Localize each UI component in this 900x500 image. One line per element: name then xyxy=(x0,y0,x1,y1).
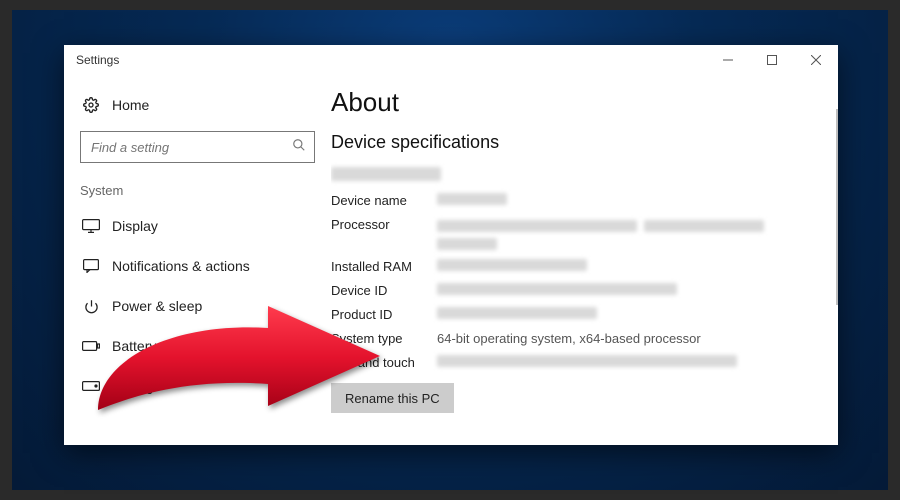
scrollbar[interactable] xyxy=(836,109,838,305)
spec-row-product-id: Product ID xyxy=(331,307,832,322)
search-box[interactable] xyxy=(80,131,315,163)
redacted-value xyxy=(437,193,507,205)
redacted-value xyxy=(437,307,597,319)
sidebar-item-display[interactable]: Display xyxy=(64,206,331,246)
desktop-background: Settings xyxy=(12,10,888,490)
minimize-button[interactable] xyxy=(706,45,750,75)
sidebar-item-notifications[interactable]: Notifications & actions xyxy=(64,246,331,286)
category-label: System xyxy=(64,177,331,206)
redacted-value xyxy=(437,259,587,271)
storage-icon xyxy=(80,381,102,391)
spec-row-processor: Processor xyxy=(331,217,832,250)
main-panel: About Device specifications Device name … xyxy=(331,75,838,445)
settings-window: Settings xyxy=(64,45,838,445)
battery-icon xyxy=(80,341,102,351)
redacted-value xyxy=(437,355,737,367)
maximize-button[interactable] xyxy=(750,45,794,75)
sidebar-item-label: Power & sleep xyxy=(112,298,202,314)
redacted-value xyxy=(437,283,677,295)
notifications-icon xyxy=(80,259,102,273)
sidebar-item-label: Notifications & actions xyxy=(112,258,250,274)
sidebar-item-label: Display xyxy=(112,218,158,234)
display-icon xyxy=(80,219,102,233)
search-icon xyxy=(292,138,306,157)
sidebar-item-storage[interactable]: Storage xyxy=(64,366,331,406)
titlebar: Settings xyxy=(64,45,838,75)
gear-icon xyxy=(80,97,102,113)
sidebar: Home System xyxy=(64,75,331,445)
spec-row-pen-touch: Pen and touch xyxy=(331,355,832,370)
close-button[interactable] xyxy=(794,45,838,75)
redacted-heading xyxy=(331,167,441,181)
spec-row-device-name: Device name xyxy=(331,193,832,208)
window-title: Settings xyxy=(76,53,119,67)
sidebar-item-power[interactable]: Power & sleep xyxy=(64,286,331,326)
rename-pc-button[interactable]: Rename this PC xyxy=(331,383,454,413)
sidebar-item-label: Storage xyxy=(112,378,161,394)
spec-row-device-id: Device ID xyxy=(331,283,832,298)
sidebar-item-battery[interactable]: Battery xyxy=(64,326,331,366)
home-nav[interactable]: Home xyxy=(64,87,331,123)
home-label: Home xyxy=(112,97,149,113)
redacted-value xyxy=(437,217,764,250)
power-icon xyxy=(80,299,102,314)
search-input[interactable] xyxy=(89,139,292,156)
page-title: About xyxy=(331,87,832,118)
section-device-specs: Device specifications xyxy=(331,132,832,153)
spec-row-system-type: System type 64-bit operating system, x64… xyxy=(331,331,832,346)
spec-row-ram: Installed RAM xyxy=(331,259,832,274)
system-type-value: 64-bit operating system, x64-based proce… xyxy=(437,331,701,346)
sidebar-item-label: Battery xyxy=(112,338,156,354)
